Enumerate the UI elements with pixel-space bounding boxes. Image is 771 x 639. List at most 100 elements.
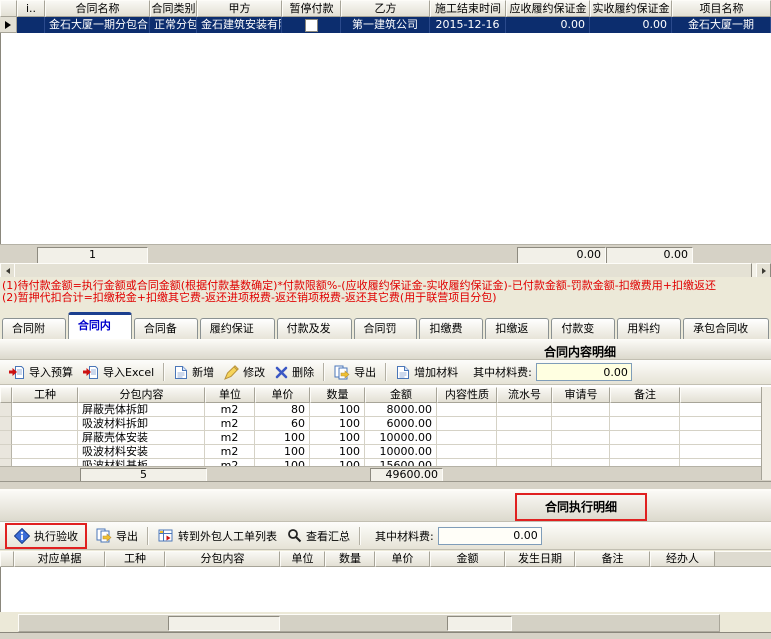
- content-row[interactable]: 屏蔽壳体拆卸 m2 80 100 8000.00: [0, 403, 771, 417]
- execute-accept-button[interactable]: 执行验收: [9, 526, 83, 546]
- column-header-content-nature[interactable]: 内容性质: [437, 387, 497, 403]
- goto-outsource-list-button[interactable]: 转到外包人工单列表: [153, 526, 282, 546]
- column-header-contract-name[interactable]: 合同名称: [45, 0, 150, 17]
- column-header-request-no[interactable]: 审请号: [552, 387, 610, 403]
- delete-button[interactable]: 删除: [270, 362, 319, 382]
- vertical-scrollbar[interactable]: [761, 387, 771, 480]
- cell-request-no: [552, 445, 610, 459]
- column-header-unit-price[interactable]: 单价: [375, 551, 430, 567]
- tab-payment-invoice[interactable]: 付款及发票: [277, 318, 352, 339]
- execute-accept-label: 执行验收: [34, 528, 78, 544]
- content-row[interactable]: 吸波材料基板 m2 100 100 15600.00: [0, 459, 771, 466]
- add-button[interactable]: 新增: [169, 362, 219, 382]
- tab-withhold-return[interactable]: 扣缴返还: [485, 318, 549, 339]
- edit-button[interactable]: 修改: [219, 362, 270, 382]
- tab-payment-change[interactable]: 付款变更: [551, 318, 615, 339]
- content-row[interactable]: 吸波材料安装 m2 100 100 10000.00: [0, 445, 771, 459]
- view-summary-button[interactable]: 查看汇总: [282, 526, 355, 546]
- material-fee-input[interactable]: [536, 363, 632, 381]
- tab-performance-deposit[interactable]: 履约保证金: [200, 318, 275, 339]
- cell-party-a: 金石建筑安装有限公司: [197, 17, 282, 33]
- content-amount-total-box: 49600.00: [370, 468, 443, 482]
- content-toolbar: 导入预算 导入Excel 新增 修改 删除 导出 增加材料 其中材料费:: [0, 360, 771, 385]
- column-header-index[interactable]: i..: [17, 0, 45, 17]
- cell-subcontract-content: 屏蔽壳体拆卸: [78, 403, 205, 417]
- column-header-handler[interactable]: 经办人: [650, 551, 715, 567]
- edit-icon: [224, 365, 239, 380]
- tab-withhold-fee[interactable]: 扣缴费用: [419, 318, 483, 339]
- add-material-button[interactable]: 增加材料: [391, 362, 463, 382]
- execute-material-fee-input[interactable]: [438, 527, 542, 545]
- toolbar-separator: [385, 363, 387, 381]
- export-button[interactable]: 导出: [329, 362, 381, 382]
- content-row[interactable]: 吸波材料拆卸 m2 60 100 6000.00: [0, 417, 771, 431]
- import-budget-button[interactable]: 导入预算: [4, 362, 78, 382]
- column-header-party-a[interactable]: 甲方: [197, 0, 282, 17]
- cell-unit: m2: [205, 445, 255, 459]
- column-header-worktype[interactable]: 工种: [105, 551, 165, 567]
- column-header-project-name[interactable]: 项目名称: [672, 0, 771, 17]
- cell-recv-deposit: 0.00: [506, 17, 590, 33]
- cell-end-date: 2015-12-16: [430, 17, 506, 33]
- column-header-amount[interactable]: 金额: [430, 551, 505, 567]
- column-header-party-b[interactable]: 乙方: [341, 0, 430, 17]
- cell-worktype: [12, 417, 78, 431]
- row-selector-icon: [5, 21, 11, 29]
- delete-label: 删除: [292, 364, 314, 380]
- column-header-related-doc[interactable]: 对应单据: [14, 551, 105, 567]
- tab-subcontract-receipts[interactable]: 承包合同收款: [683, 318, 769, 339]
- cell-filler: [680, 459, 771, 466]
- cell-quantity: 100: [310, 445, 365, 459]
- column-header-recv-deposit[interactable]: 应收履约保证金: [506, 0, 590, 17]
- formula-notes: (1)待付款金额=执行金额或合同金额(根据付款基数确定)*付款限额%-(应收履约…: [0, 277, 771, 313]
- export-button[interactable]: 导出: [91, 526, 143, 546]
- column-header-unit[interactable]: 单位: [205, 387, 255, 403]
- contracts-grid-body: [0, 33, 771, 244]
- detail-tab-bar: 合同附件 合同内容 合同备注 履约保证金 付款及发票 合同罚款 扣缴费用 扣缴返…: [0, 313, 771, 339]
- tab-contract-content[interactable]: 合同内容: [68, 312, 132, 339]
- cell-actual-deposit: 0.00: [590, 17, 672, 33]
- tab-contract-attachments[interactable]: 合同附件: [2, 318, 66, 339]
- recv-deposit-total-box: 0.00: [517, 247, 606, 264]
- cell-unit-price: 100: [255, 459, 310, 466]
- column-header-pause-payment[interactable]: 暂停付款: [282, 0, 341, 17]
- cell-quantity: 100: [310, 431, 365, 445]
- annotation-box-execute-title: 合同执行明细: [515, 493, 647, 521]
- row-selector-header: [0, 551, 14, 567]
- material-fee-label: 其中材料费:: [473, 364, 532, 380]
- section-divider: [0, 481, 771, 490]
- column-header-worktype[interactable]: 工种: [12, 387, 78, 403]
- tab-material-agreement[interactable]: 用料约定: [617, 318, 681, 339]
- scroll-left-icon: [6, 268, 10, 274]
- pause-checkbox[interactable]: [305, 19, 318, 32]
- export-icon: [334, 365, 350, 380]
- column-header-remark[interactable]: 备注: [575, 551, 650, 567]
- row-selector-cell: [0, 445, 12, 459]
- column-header-quantity[interactable]: 数量: [310, 387, 365, 403]
- contract-row-selected[interactable]: 金石大厦一期分包合同 正常分包 金石建筑安装有限公司 第一建筑公司 2015-1…: [0, 17, 771, 33]
- toolbar-separator: [147, 527, 149, 545]
- contracts-grid: i.. 合同名称 合同类别 甲方 暂停付款 乙方 施工结束时间 应收履约保证金 …: [0, 0, 771, 33]
- import-icon: [83, 365, 99, 380]
- column-header-occur-date[interactable]: 发生日期: [505, 551, 575, 567]
- column-header-serial-no[interactable]: 流水号: [497, 387, 552, 403]
- execute-amount-total-box: [447, 616, 512, 631]
- cell-content-nature: [437, 459, 497, 466]
- column-header-quantity[interactable]: 数量: [325, 551, 375, 567]
- import-excel-button[interactable]: 导入Excel: [78, 362, 159, 382]
- column-header-remark[interactable]: 备注: [610, 387, 680, 403]
- column-header-end-date[interactable]: 施工结束时间: [430, 0, 506, 17]
- column-header-contract-type[interactable]: 合同类别: [150, 0, 197, 17]
- column-header-unit[interactable]: 单位: [280, 551, 325, 567]
- content-row[interactable]: 屏蔽壳体安装 m2 100 100 10000.00: [0, 431, 771, 445]
- cell-unit: m2: [205, 431, 255, 445]
- tab-contract-remarks[interactable]: 合同备注: [134, 318, 198, 339]
- column-header-amount[interactable]: 金额: [365, 387, 437, 403]
- column-header-actual-deposit[interactable]: 实收履约保证金: [590, 0, 672, 17]
- column-header-subcontract-content[interactable]: 分包内容: [78, 387, 205, 403]
- tab-contract-penalty[interactable]: 合同罚款: [354, 318, 418, 339]
- horizontal-scrollbar[interactable]: [0, 263, 771, 277]
- cell-request-no: [552, 431, 610, 445]
- column-header-subcontract-content[interactable]: 分包内容: [165, 551, 280, 567]
- column-header-unit-price[interactable]: 单价: [255, 387, 310, 403]
